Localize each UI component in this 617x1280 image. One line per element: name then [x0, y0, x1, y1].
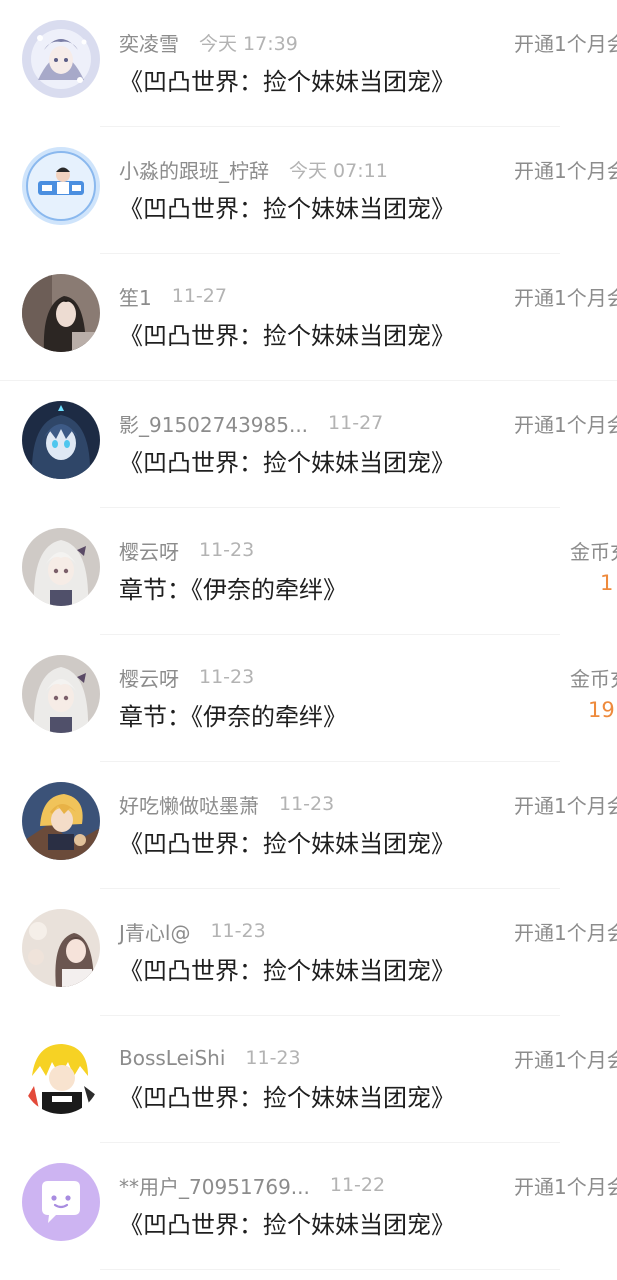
timestamp: 11-23 — [210, 920, 266, 942]
avatar-silver-hair-girl-image — [22, 528, 100, 606]
user-name[interactable]: 奕凌雪 — [119, 28, 179, 57]
item-title: 章节：《伊奈的牵绊》 — [119, 703, 347, 731]
avatar-flower-girl-image — [22, 909, 100, 987]
avatar-blonde-hero-image — [22, 782, 100, 860]
item-meta: 好吃懒做哒墨萧 11-23 — [119, 790, 334, 818]
item-meta: BossLeiShi 11-23 — [119, 1044, 301, 1072]
item-title: 《凹凸世界：捡个妹妹当团宠》 — [119, 1211, 455, 1239]
transaction-type: 金币充 — [570, 667, 617, 691]
transaction-type: 开通1个月会 — [514, 794, 617, 818]
avatar-anime-blue-image — [22, 401, 100, 479]
item-meta: J青心l@ 11-23 — [119, 917, 266, 945]
coin-amount: 19 — [588, 698, 615, 722]
user-name[interactable]: J青心l@ — [119, 917, 190, 946]
item-meta: 笙1 11-27 — [119, 282, 227, 310]
transaction-type: 开通1个月会 — [514, 1175, 617, 1199]
item-meta: 樱云呀 11-23 — [119, 536, 254, 564]
user-name[interactable]: 小淼的跟班_柠辞 — [119, 155, 269, 184]
transaction-type: 开通1个月会 — [514, 413, 617, 437]
timestamp: 11-23 — [199, 539, 255, 561]
item-title: 《凹凸世界：捡个妹妹当团宠》 — [119, 68, 455, 96]
timestamp: 今天 07:11 — [289, 159, 388, 182]
avatar-boy-badge-image — [22, 147, 100, 225]
avatar[interactable] — [22, 1036, 100, 1114]
item-meta: **用户_70951769... 11-22 — [119, 1171, 385, 1199]
list-item[interactable]: 好吃懒做哒墨萧 11-23 《凹凸世界：捡个妹妹当团宠》 开通1个月会 — [0, 762, 617, 889]
item-title: 《凹凸世界：捡个妹妹当团宠》 — [119, 830, 455, 858]
item-meta: 奕凌雪 今天 17:39 — [119, 28, 298, 56]
avatar-dark-hair-girl-image — [22, 274, 100, 352]
user-name[interactable]: BossLeiShi — [119, 1046, 225, 1070]
item-meta: 影_91502743985... 11-27 — [119, 409, 383, 437]
timestamp: 11-23 — [199, 666, 255, 688]
user-name[interactable]: 影_91502743985... — [119, 409, 308, 438]
item-meta: 小淼的跟班_柠辞 今天 07:11 — [119, 155, 388, 183]
divider — [100, 1269, 560, 1270]
avatar[interactable] — [22, 401, 100, 479]
avatar[interactable] — [22, 528, 100, 606]
timestamp: 11-27 — [171, 285, 227, 307]
record-list: 奕凌雪 今天 17:39 《凹凸世界：捡个妹妹当团宠》 开通1个月会 小淼的跟班… — [0, 0, 617, 1270]
avatar-silver-hair-girl-image — [22, 655, 100, 733]
avatar[interactable] — [22, 147, 100, 225]
default-chat-bubble-icon — [22, 1163, 100, 1241]
list-item[interactable]: 奕凌雪 今天 17:39 《凹凸世界：捡个妹妹当团宠》 开通1个月会 — [0, 0, 617, 127]
timestamp: 今天 17:39 — [199, 32, 298, 55]
avatar[interactable] — [22, 655, 100, 733]
list-item[interactable]: 笙1 11-27 《凹凸世界：捡个妹妹当团宠》 开通1个月会 — [0, 254, 617, 381]
avatar-yellow-character-image — [22, 1036, 100, 1114]
item-title: 《凹凸世界：捡个妹妹当团宠》 — [119, 195, 455, 223]
user-name[interactable]: 樱云呀 — [119, 536, 179, 565]
user-name[interactable]: 樱云呀 — [119, 663, 179, 692]
timestamp: 11-27 — [328, 412, 384, 434]
user-name[interactable]: **用户_70951769... — [119, 1171, 310, 1200]
list-item[interactable]: 樱云呀 11-23 章节：《伊奈的牵绊》 金币充 19 — [0, 635, 617, 762]
item-title: 《凹凸世界：捡个妹妹当团宠》 — [119, 1084, 455, 1112]
list-item[interactable]: 影_91502743985... 11-27 《凹凸世界：捡个妹妹当团宠》 开通… — [0, 381, 617, 508]
avatar[interactable] — [22, 909, 100, 987]
item-title: 《凹凸世界：捡个妹妹当团宠》 — [119, 449, 455, 477]
list-item[interactable]: 小淼的跟班_柠辞 今天 07:11 《凹凸世界：捡个妹妹当团宠》 开通1个月会 — [0, 127, 617, 254]
transaction-type: 开通1个月会 — [514, 32, 617, 56]
transaction-type: 开通1个月会 — [514, 286, 617, 310]
item-title: 《凹凸世界：捡个妹妹当团宠》 — [119, 322, 455, 350]
user-name[interactable]: 笙1 — [119, 282, 152, 311]
item-title: 《凹凸世界：捡个妹妹当团宠》 — [119, 957, 455, 985]
user-name[interactable]: 好吃懒做哒墨萧 — [119, 790, 259, 819]
item-meta: 樱云呀 11-23 — [119, 663, 254, 691]
avatar[interactable] — [22, 274, 100, 352]
transaction-type: 金币充 — [570, 540, 617, 564]
timestamp: 11-23 — [245, 1047, 301, 1069]
timestamp: 11-23 — [279, 793, 335, 815]
item-title: 章节：《伊奈的牵绊》 — [119, 576, 347, 604]
transaction-type: 开通1个月会 — [514, 921, 617, 945]
avatar[interactable] — [22, 782, 100, 860]
coin-amount: 1 — [600, 571, 614, 595]
timestamp: 11-22 — [329, 1174, 386, 1196]
transaction-type: 开通1个月会 — [514, 1048, 617, 1072]
avatar-snow-girl-image — [22, 20, 100, 98]
avatar[interactable] — [22, 20, 100, 98]
list-item[interactable]: **用户_70951769... 11-22 《凹凸世界：捡个妹妹当团宠》 开通… — [0, 1143, 617, 1270]
list-item[interactable]: J青心l@ 11-23 《凹凸世界：捡个妹妹当团宠》 开通1个月会 — [0, 889, 617, 1016]
avatar[interactable] — [22, 1163, 100, 1241]
list-item[interactable]: 樱云呀 11-23 章节：《伊奈的牵绊》 金币充 1 — [0, 508, 617, 635]
transaction-type: 开通1个月会 — [514, 159, 617, 183]
list-item[interactable]: BossLeiShi 11-23 《凹凸世界：捡个妹妹当团宠》 开通1个月会 — [0, 1016, 617, 1143]
